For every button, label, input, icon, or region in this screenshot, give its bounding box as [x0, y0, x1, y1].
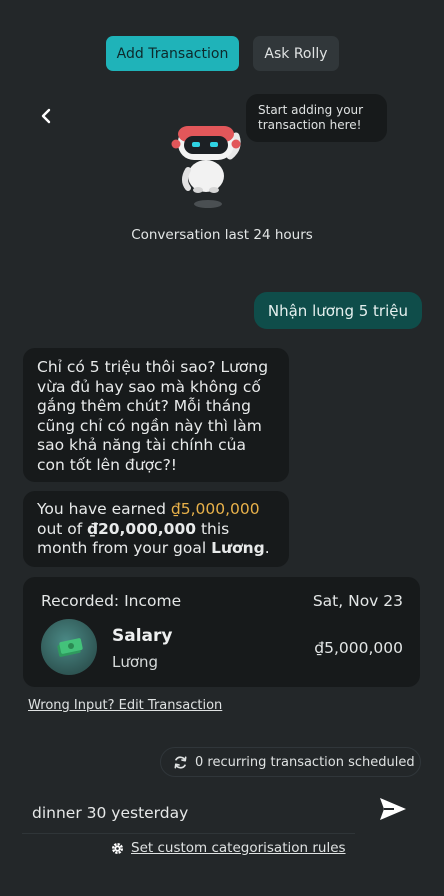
bot-progress-message: You have earned ₫5,000,000 out of ₫20,00…	[23, 491, 289, 567]
categorisation-rules-link[interactable]: Set custom categorisation rules	[110, 840, 346, 856]
target-amount: ₫20,000,000	[87, 519, 197, 538]
refresh-icon	[174, 755, 187, 769]
progress-prefix: You have earned	[37, 500, 171, 518]
edit-transaction-link[interactable]: Wrong Input? Edit Transaction	[28, 698, 222, 713]
bot-message-bubble: Chỉ có 5 triệu thôi sao? Lương vừa đủ ha…	[23, 348, 289, 482]
recurring-label: 0 recurring transaction scheduled	[195, 754, 415, 770]
recurring-status-chip[interactable]: 0 recurring transaction scheduled	[160, 747, 421, 777]
category-badge	[41, 619, 97, 675]
money-stack-icon	[57, 638, 83, 657]
assistant-hint-bubble: Start adding your transaction here!	[246, 94, 387, 142]
send-icon[interactable]	[378, 796, 408, 822]
recorded-transaction-card[interactable]: Recorded: Income Sat, Nov 23 Salary Lươn…	[23, 577, 420, 687]
back-chevron-icon[interactable]	[36, 104, 56, 128]
transaction-goal: Lương	[112, 653, 159, 671]
transaction-amount: ₫5,000,000	[314, 639, 403, 657]
conversation-caption: Conversation last 24 hours	[131, 227, 313, 243]
transaction-category: Salary	[112, 626, 173, 646]
gear-icon	[111, 842, 124, 854]
progress-suffix: .	[264, 539, 270, 557]
tab-add-transaction[interactable]: Add Transaction	[106, 36, 239, 71]
chat-input-row	[22, 792, 422, 834]
transaction-type-label: Recorded: Income	[41, 592, 182, 610]
mode-tabs: Add Transaction Ask Rolly	[106, 36, 339, 71]
rolly-robot-icon	[171, 126, 241, 208]
tab-ask-rolly[interactable]: Ask Rolly	[253, 36, 339, 71]
transaction-date: Sat, Nov 23	[312, 592, 403, 610]
progress-mid: out of	[37, 519, 88, 538]
transaction-input[interactable]	[22, 792, 355, 834]
user-message-bubble: Nhận lương 5 triệu	[253, 292, 422, 329]
earned-amount: ₫5,000,000	[170, 500, 260, 518]
goal-name: Lương	[211, 539, 265, 557]
rules-link-label: Set custom categorisation rules	[131, 840, 346, 856]
